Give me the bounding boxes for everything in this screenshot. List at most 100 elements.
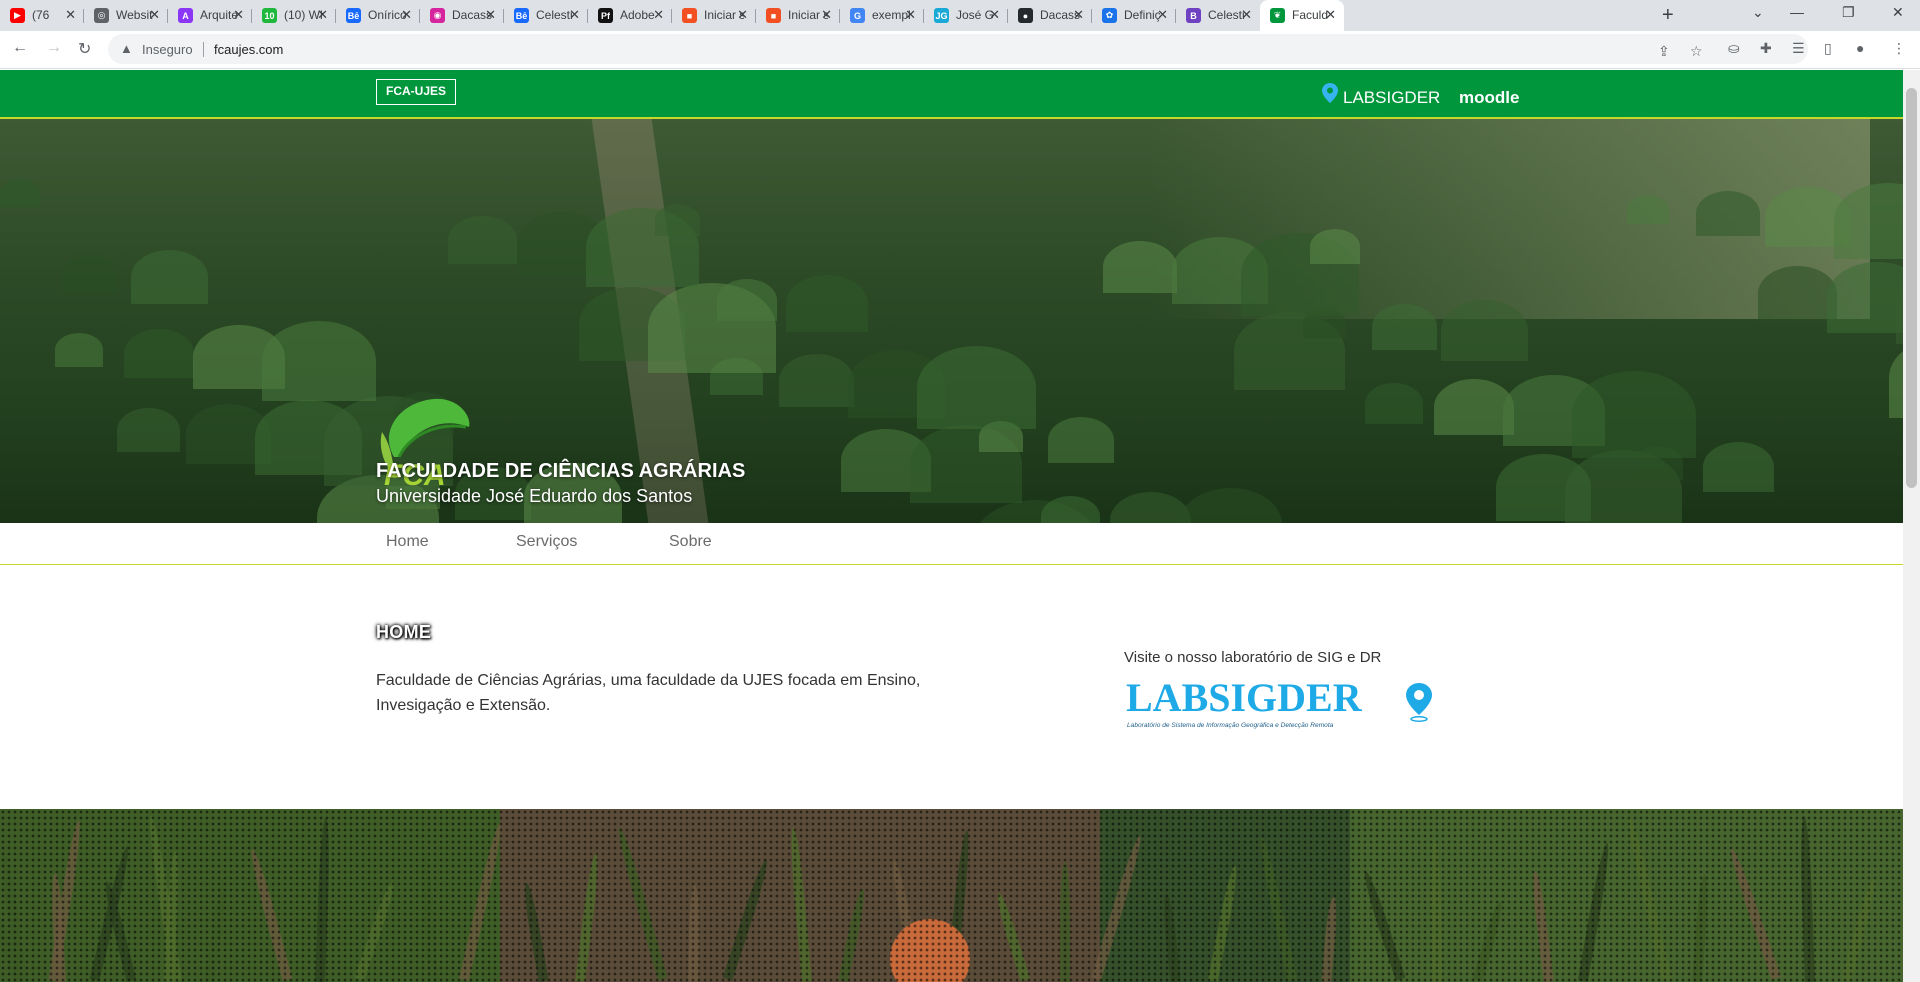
url-text[interactable]: fcaujes.com — [214, 42, 283, 57]
nav-servicos[interactable]: Serviços — [516, 533, 577, 551]
fca-leaf-icon: ❦ — [1270, 8, 1285, 23]
foliage-shape — [1572, 371, 1696, 458]
media-queue-icon[interactable]: ☰ — [1792, 40, 1805, 57]
foliage-shape — [1434, 379, 1514, 435]
address-bar[interactable]: ▲ Inseguro fcaujes.com ⇪ ☆ — [108, 34, 1808, 64]
bookmark-star-icon[interactable]: ☆ — [1690, 43, 1703, 60]
tab-close-icon[interactable]: ✕ — [317, 7, 328, 23]
profile-avatar-icon[interactable]: ● — [1856, 40, 1864, 56]
github-icon: ● — [1018, 8, 1033, 23]
tab-close-icon[interactable]: ✕ — [65, 7, 76, 23]
nav-sobre[interactable]: Sobre — [669, 533, 712, 551]
tab-close-icon[interactable]: ✕ — [569, 7, 580, 23]
security-label[interactable]: Inseguro — [142, 42, 193, 57]
minimize-button[interactable]: — — [1790, 4, 1804, 20]
tab-close-icon[interactable]: ✕ — [149, 7, 160, 23]
tab-strip: ▶ (76 ✕ ◎ Websit ✕ A Arquite ✕ 10 (10) Wh ✕ Bē Oníric… — [0, 0, 1920, 31]
browser-tab[interactable]: 10 (10) Wh ✕ — [252, 0, 336, 31]
puzzle-icon[interactable]: ✚ — [1760, 40, 1772, 57]
foliage-shape — [1627, 195, 1669, 225]
page-scrollbar[interactable] — [1903, 70, 1920, 982]
tab-close-icon[interactable]: ✕ — [905, 7, 916, 23]
warning-icon[interactable]: ▲ — [120, 41, 133, 56]
bottom-photo-strip — [0, 809, 1903, 982]
arquitetura-icon: A — [178, 8, 193, 23]
foliage-shape — [1048, 417, 1114, 464]
labsigder-link[interactable]: LABSIGDER — [1343, 88, 1440, 108]
scrollbar-thumb[interactable] — [1906, 88, 1917, 488]
foliage-shape — [786, 275, 868, 333]
browser-toolbar: ← → ↻ ▲ Inseguro fcaujes.com ⇪ ☆ ⛀ ✚ ☰ ▯… — [0, 31, 1920, 69]
foliage-shape — [448, 216, 517, 265]
mesh-overlay — [0, 809, 1903, 982]
foliage-shape — [1179, 488, 1282, 523]
browser-tab[interactable]: ◎ Websit ✕ — [84, 0, 168, 31]
behance-icon: Bē — [346, 8, 361, 23]
forward-icon[interactable]: → — [46, 39, 62, 57]
tab-close-icon[interactable]: ✕ — [485, 7, 496, 23]
nav-home[interactable]: Home — [386, 533, 429, 551]
brand-button[interactable]: FCA-UJES — [376, 79, 457, 105]
new-tab-button[interactable]: + — [1662, 4, 1674, 27]
tab-close-icon[interactable]: ✕ — [1241, 7, 1252, 23]
tab-close-icon[interactable]: ✕ — [737, 7, 748, 23]
reload-icon[interactable]: ↻ — [78, 39, 91, 59]
foliage-shape — [779, 354, 854, 407]
visit-lab-text: Visite o nosso laboratório de SIG e DR — [1124, 649, 1382, 666]
hero-title: FACULDADE DE CIÊNCIAS AGRÁRIAS — [376, 460, 746, 482]
labsigder-logo[interactable]: LABSIGDER Laboratório de Sistema de Info… — [1124, 675, 1444, 735]
behance-icon: Bē — [514, 8, 529, 23]
browser-tab[interactable]: Gexempl ✕ — [840, 0, 924, 31]
browser-tab[interactable]: ❦ Faculd ✕ — [1260, 0, 1344, 31]
whatsapp-like-icon: 10 — [262, 8, 277, 23]
moodle-link[interactable]: moodle — [1459, 88, 1519, 108]
divider — [203, 42, 204, 57]
tab-close-icon[interactable]: ✕ — [401, 7, 412, 23]
jg-icon: JG — [934, 8, 949, 23]
extension-icon[interactable]: ⛀ — [1728, 40, 1740, 57]
foliage-shape — [717, 279, 777, 321]
tab-close-icon[interactable]: ✕ — [233, 7, 244, 23]
intro-text: Faculdade de Ciências Agrárias, uma facu… — [376, 672, 921, 714]
browser-tab[interactable]: Bē Onírico ✕ — [336, 0, 420, 31]
hero-banner: FCA FACULDADE DE CIÊNCIAS AGRÁRIAS Unive… — [0, 119, 1903, 523]
location-pin-icon — [1322, 83, 1338, 103]
browser-tab[interactable]: Pf Adobe ✕ — [588, 0, 672, 31]
microsoft-icon: ■ — [682, 8, 697, 23]
tab-search-icon[interactable]: ⌄ — [1752, 4, 1764, 21]
foliage-shape — [1041, 496, 1100, 523]
browser-tab[interactable]: A Arquite ✕ — [168, 0, 252, 31]
foliage-shape — [62, 254, 117, 293]
microsoft-icon: ■ — [766, 8, 781, 23]
browser-tab[interactable]: ■ Iniciar s ✕ — [672, 0, 756, 31]
menu-icon[interactable]: ⋮ — [1892, 40, 1906, 57]
tab-close-icon[interactable]: ✕ — [1325, 7, 1336, 23]
tab-close-icon[interactable]: ✕ — [1157, 7, 1168, 23]
browser-tab[interactable]: ◉ Dacass ✕ — [420, 0, 504, 31]
foliage-shape — [0, 179, 40, 207]
tab-close-icon[interactable]: ✕ — [653, 7, 664, 23]
tab-close-icon[interactable]: ✕ — [821, 7, 832, 23]
browser-tab[interactable]: Bē Celesti ✕ — [504, 0, 588, 31]
browser-tab[interactable]: B Celesti ✕ — [1176, 0, 1260, 31]
browser-tab[interactable]: ▶ (76 ✕ — [0, 0, 84, 31]
tab-close-icon[interactable]: ✕ — [1073, 7, 1084, 23]
google-icon: G — [850, 8, 865, 23]
tab-close-icon[interactable]: ✕ — [989, 7, 1000, 23]
browser-tab[interactable]: ■ Iniciar s ✕ — [756, 0, 840, 31]
browser-tab[interactable]: JG José G ✕ — [924, 0, 1008, 31]
maximize-button[interactable]: ❐ — [1842, 4, 1855, 21]
youtube-icon: ▶ — [10, 8, 25, 23]
browser-tab[interactable]: ✿ Definiç ✕ — [1092, 0, 1176, 31]
foliage-shape — [55, 333, 103, 367]
foliage-shape — [1365, 383, 1423, 424]
foliage-shape — [1372, 304, 1437, 350]
browser-tab[interactable]: ● Dacass ✕ — [1008, 0, 1092, 31]
side-panel-icon[interactable]: ▯ — [1824, 40, 1832, 57]
foliage-shape — [917, 346, 1036, 430]
back-icon[interactable]: ← — [12, 39, 28, 57]
share-icon[interactable]: ⇪ — [1658, 43, 1670, 60]
close-window-button[interactable]: ✕ — [1892, 4, 1904, 21]
adobe-portfolio-icon: Pf — [598, 8, 613, 23]
foliage-shape — [131, 250, 208, 304]
